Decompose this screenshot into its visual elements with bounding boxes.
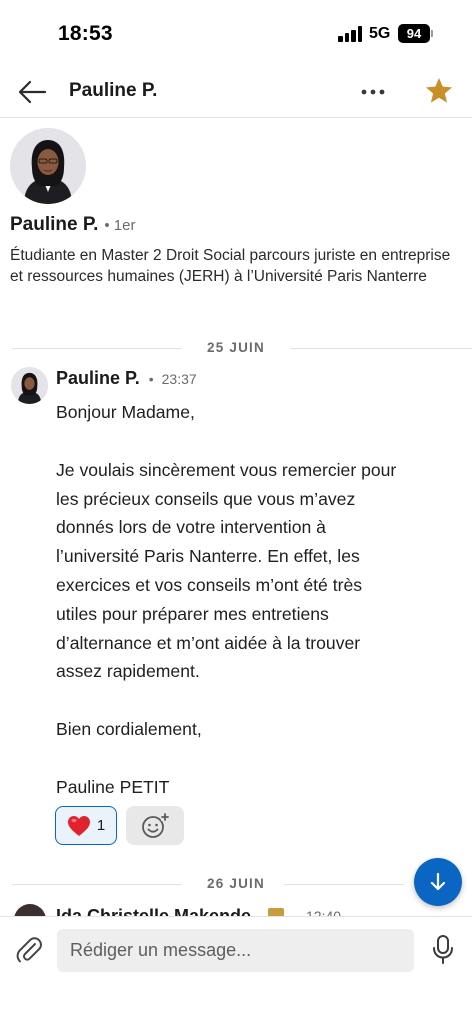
sender-avatar[interactable] [14, 904, 46, 916]
message-line: Bonjour Madame, [56, 402, 195, 422]
message-line [56, 427, 456, 456]
message-line: Bien cordialement, [56, 719, 202, 740]
profile-name-row: Pauline P. • 1er [10, 214, 135, 236]
back-button[interactable] [16, 76, 50, 108]
arrow-down-icon [430, 872, 446, 891]
conversation-header: Pauline P. [0, 66, 472, 118]
status-time: 18:53 [58, 22, 113, 45]
separator-dot: • [148, 371, 154, 387]
person-photo-icon [10, 128, 86, 204]
message-line: l’université Paris Nanterre. En effet, l… [56, 546, 360, 567]
message-header: Pauline P. • 23:37 [56, 368, 197, 389]
person-photo-icon [11, 367, 48, 404]
message-line: Pauline PETIT [56, 776, 170, 797]
battery-icon: 94 [398, 24, 430, 43]
more-horizontal-icon [361, 89, 385, 95]
scroll-to-bottom-button[interactable] [414, 858, 462, 906]
message-line: les précieux conseils que vous m’avez [56, 488, 356, 509]
message-composer [0, 916, 472, 1024]
date-label: 25 JUIN [207, 340, 265, 355]
profile-avatar[interactable] [10, 128, 86, 204]
sender-avatar[interactable] [11, 367, 48, 404]
heart-reaction-chip[interactable]: 1 [55, 806, 117, 845]
profile-name[interactable]: Pauline P. [10, 214, 98, 236]
heart-icon [67, 815, 90, 836]
status-bar: 18:53 5G 94 [0, 0, 472, 66]
date-separator: 26 JUIN [0, 874, 472, 894]
message-line: donnés lors de votre intervention à [56, 517, 326, 538]
reaction-count: 1 [96, 817, 106, 834]
attach-button[interactable] [14, 935, 44, 965]
microphone-icon [433, 935, 453, 964]
next-message-preview: Ida Christelle Makende 12:40 [0, 900, 472, 916]
more-options-button[interactable] [356, 78, 390, 106]
message-body: Bonjour Madame, Je voulais sincèrement v… [56, 398, 456, 802]
message-time: 23:37 [161, 371, 197, 387]
profile-headline: Étudiante en Master 2 Droit Social parco… [10, 247, 451, 285]
message-line: exercices et vos conseils m’ont été très [56, 574, 363, 595]
conversation-title[interactable]: Pauline P. [69, 80, 157, 102]
message-sender[interactable]: Ida Christelle Makende [56, 906, 251, 916]
message-line: d’alternance et m’ont aidée à la trouver [56, 632, 361, 653]
star-button[interactable] [422, 74, 456, 108]
battery-level: 94 [406, 26, 422, 41]
microphone-button[interactable] [429, 933, 457, 967]
message-line: Je voulais sincèrement vous remercier po… [56, 459, 397, 480]
message-input[interactable] [57, 929, 414, 972]
network-type: 5G [369, 25, 391, 42]
battery-tip [431, 30, 433, 37]
add-reaction-icon [142, 812, 169, 838]
premium-badge-icon [268, 908, 284, 916]
message-line [56, 744, 456, 773]
star-icon [426, 78, 452, 103]
date-separator: 25 JUIN [0, 338, 472, 358]
date-label: 26 JUIN [207, 876, 265, 891]
message-time: 12:40 [306, 908, 342, 916]
arrow-left-icon [18, 80, 47, 104]
add-reaction-button[interactable] [126, 806, 184, 845]
message-line: assez rapidement. [56, 661, 200, 682]
signal-icon [338, 26, 364, 42]
message-sender[interactable]: Pauline P. [56, 368, 140, 389]
paperclip-icon [16, 937, 42, 963]
connection-degree: • 1er [104, 217, 136, 234]
message-line: utiles pour préparer mes entretiens [56, 603, 329, 624]
message-line [56, 686, 456, 715]
